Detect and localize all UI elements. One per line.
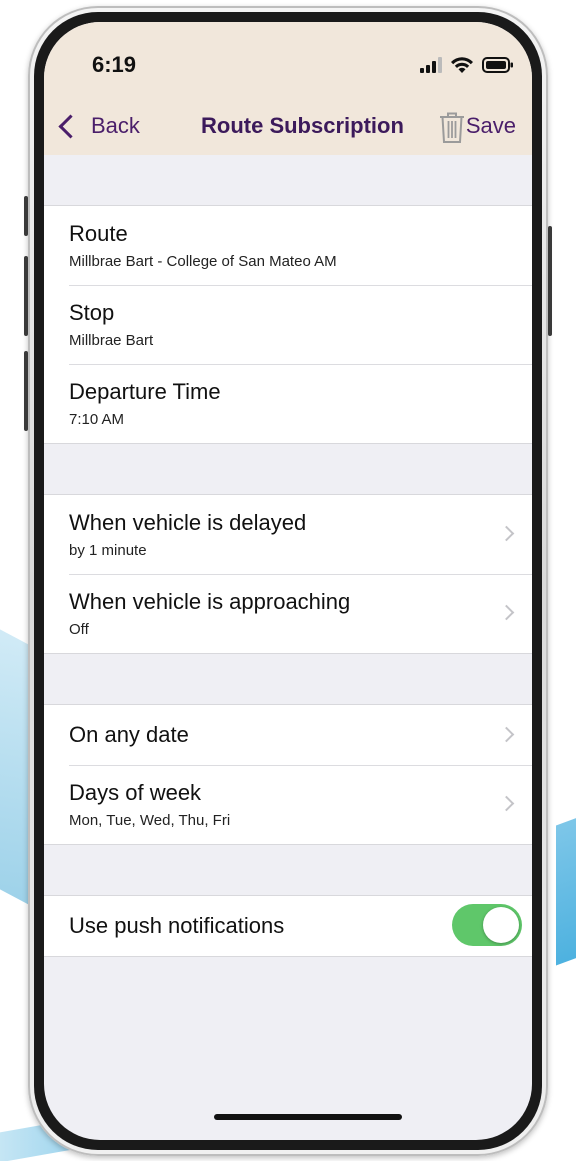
home-indicator[interactable]: [214, 1114, 402, 1120]
vehicle-approaching-cell[interactable]: When vehicle is approaching Off: [44, 574, 532, 653]
days-of-week-title: Days of week: [69, 780, 202, 805]
chevron-right-icon: [498, 525, 515, 542]
screen: 6:19 Back Route Subscription Save Route …: [44, 22, 532, 1140]
trash-icon[interactable]: [436, 110, 468, 144]
phone-frame: 6:19 Back Route Subscription Save Route …: [24, 6, 552, 1156]
vehicle-approaching-value: Off: [69, 621, 89, 638]
stop-title: Stop: [69, 300, 115, 325]
days-of-week-cell[interactable]: Days of week Mon, Tue, Wed, Thu, Fri: [44, 765, 532, 844]
push-notifications-title: Use push notifications: [69, 913, 285, 938]
chevron-left-icon: [58, 113, 83, 139]
departure-time-cell: Departure Time 7:10 AM: [44, 364, 532, 443]
chevron-right-icon: [498, 795, 515, 812]
background-decoration: [556, 814, 576, 966]
save-button[interactable]: Save: [466, 106, 516, 146]
any-date-title: On any date: [69, 722, 189, 747]
wifi-icon: [451, 57, 473, 73]
push-notifications-cell: Use push notifications: [44, 896, 532, 956]
header: 6:19 Back Route Subscription Save: [44, 22, 532, 155]
back-button[interactable]: Back: [58, 106, 140, 146]
departure-time-value: 7:10 AM: [69, 411, 125, 428]
chevron-right-icon: [498, 726, 515, 743]
mute-switch: [24, 196, 28, 236]
any-date-cell[interactable]: On any date: [44, 705, 532, 765]
push-group: Use push notifications: [44, 895, 532, 957]
settings-list: Route Millbrae Bart - College of San Mat…: [44, 155, 532, 957]
vehicle-delayed-cell[interactable]: When vehicle is delayed by 1 minute: [44, 495, 532, 574]
route-title: Route: [69, 221, 128, 246]
schedule-group: On any date Days of week Mon, Tue, Wed, …: [44, 704, 532, 845]
status-icons: [420, 56, 514, 74]
volume-up-button: [24, 256, 28, 336]
departure-time-title: Departure Time: [69, 379, 221, 404]
stop-value: Millbrae Bart: [69, 332, 154, 349]
alerts-group: When vehicle is delayed by 1 minute When…: [44, 494, 532, 654]
trip-details-group: Route Millbrae Bart - College of San Mat…: [44, 205, 532, 444]
toggle-knob: [483, 907, 519, 943]
vehicle-approaching-title: When vehicle is approaching: [69, 589, 351, 614]
battery-icon: [482, 57, 513, 73]
status-time: 6:19: [92, 52, 137, 77]
push-notifications-toggle[interactable]: [452, 904, 522, 946]
days-of-week-value: Mon, Tue, Wed, Thu, Fri: [69, 812, 231, 829]
stage: 6:19 Back Route Subscription Save Route …: [0, 0, 576, 1161]
page-title: Route Subscription: [201, 113, 404, 138]
chevron-right-icon: [498, 604, 515, 621]
stop-cell: Stop Millbrae Bart: [44, 285, 532, 364]
vehicle-delayed-title: When vehicle is delayed: [69, 510, 307, 535]
route-cell: Route Millbrae Bart - College of San Mat…: [44, 206, 532, 285]
cellular-signal-icon: [420, 57, 442, 73]
navigation-bar: Back Route Subscription Save: [44, 106, 532, 146]
volume-down-button: [24, 351, 28, 431]
bezel: 6:19 Back Route Subscription Save Route …: [34, 12, 542, 1150]
back-label: Back: [91, 113, 140, 138]
vehicle-delayed-value: by 1 minute: [69, 542, 147, 559]
power-button: [548, 226, 552, 336]
route-value: Millbrae Bart - College of San Mateo AM: [69, 253, 337, 270]
